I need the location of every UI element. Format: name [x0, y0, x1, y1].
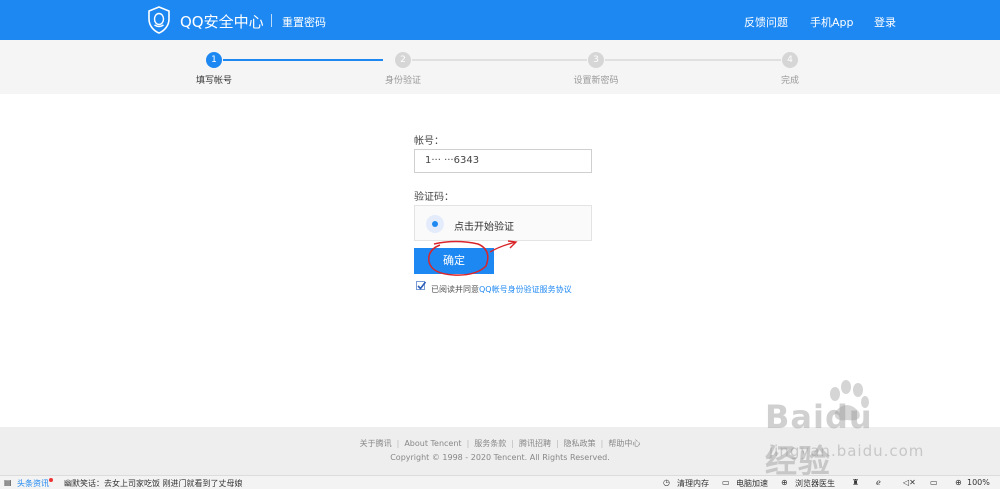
red-annotation-circle [427, 240, 518, 276]
ie-mode-icon[interactable]: ℯ [876, 478, 881, 487]
step-1-label: 填写帐号 [195, 76, 233, 86]
account-input[interactable]: 1··· ···6343 [414, 149, 592, 173]
step-connector-3 [605, 59, 781, 61]
captcha-dot-icon [426, 215, 444, 233]
news-icon: ▤ [4, 478, 12, 487]
footer-link-terms[interactable]: 服务条款 [474, 439, 506, 448]
footer-link-careers[interactable]: 腾讯招聘 [519, 439, 551, 448]
step-2-circle: 2 [395, 52, 411, 68]
memory-clean-button[interactable]: 清理内存 [677, 478, 709, 489]
download-icon[interactable]: ▭ [930, 478, 938, 487]
speedup-icon: ▭ [722, 478, 730, 487]
step-3-label: 设置新密码 [573, 76, 619, 86]
step-4-circle: 4 [782, 52, 798, 68]
footer-link-about-cn[interactable]: 关于腾讯 [360, 439, 392, 448]
captcha-label: 验证码： [414, 192, 454, 203]
news-headline[interactable]: 幽默笑话：去女上司家吃饭 刚进门就看到了丈母娘 [64, 478, 243, 489]
reset-password-page: QQ安全中心 重置密码 反馈问题 手机App 登录 1 2 3 4 填写帐号 身… [0, 0, 1000, 489]
top-header: QQ安全中心 重置密码 反馈问题 手机App 登录 [0, 0, 1000, 40]
tools-icon[interactable]: ♜ [852, 478, 859, 487]
browser-status-bar: ▤ 头条资讯 幽默笑话：去女上司家吃饭 刚进门就看到了丈母娘 ◷ 清理内存 ▭ … [0, 475, 1000, 489]
page-subtitle: 重置密码 [282, 16, 326, 29]
watermark-url: jingyan.baidu.com [769, 442, 925, 460]
footer-link-help[interactable]: 帮助中心 [608, 439, 640, 448]
step-connector-1 [223, 59, 383, 61]
qq-security-shield-icon [148, 6, 170, 34]
step-4-label: 完成 [780, 76, 800, 86]
zoom-icon: ⊕ [955, 478, 962, 487]
step-1-circle: 1 [206, 52, 222, 68]
news-label[interactable]: 头条资讯 [17, 478, 53, 489]
step-2-label: 身份验证 [384, 76, 422, 86]
brand-title: QQ安全中心 [180, 13, 264, 31]
footer-link-about-en[interactable]: About Tencent [404, 439, 461, 448]
agree-checkbox[interactable] [416, 281, 427, 290]
footer-link-privacy[interactable]: 隐私政策 [564, 439, 596, 448]
mobile-app-link[interactable]: 手机App [810, 14, 854, 30]
feedback-link[interactable]: 反馈问题 [744, 14, 788, 30]
zoom-level[interactable]: 100% [967, 478, 990, 487]
step-3-circle: 3 [588, 52, 604, 68]
watermark-brand: Baidu经验 [765, 398, 873, 480]
step-progress: 1 2 3 4 填写帐号 身份验证 设置新密码 完成 [0, 40, 1000, 94]
header-divider [271, 14, 272, 27]
agree-text: 已阅读并同意QQ帐号身份验证服务协议 [431, 284, 572, 295]
mute-icon[interactable]: ◁✕ [903, 478, 916, 487]
news-dot-icon [49, 478, 53, 482]
checkmark-icon [417, 281, 427, 290]
browser-doctor-button[interactable]: 浏览器医生 [795, 478, 835, 489]
captcha-text: 点击开始验证 [454, 222, 514, 233]
speedup-button[interactable]: 电脑加速 [736, 478, 768, 489]
login-link[interactable]: 登录 [874, 14, 896, 30]
memory-clean-icon: ◷ [663, 478, 670, 487]
agree-prefix: 已阅读并同意 [431, 285, 479, 294]
step-connector-2 [412, 59, 587, 61]
agreement-link[interactable]: QQ帐号身份验证服务协议 [479, 285, 572, 294]
browser-doctor-icon: ⊕ [781, 478, 788, 487]
account-label: 帐号： [414, 136, 444, 147]
